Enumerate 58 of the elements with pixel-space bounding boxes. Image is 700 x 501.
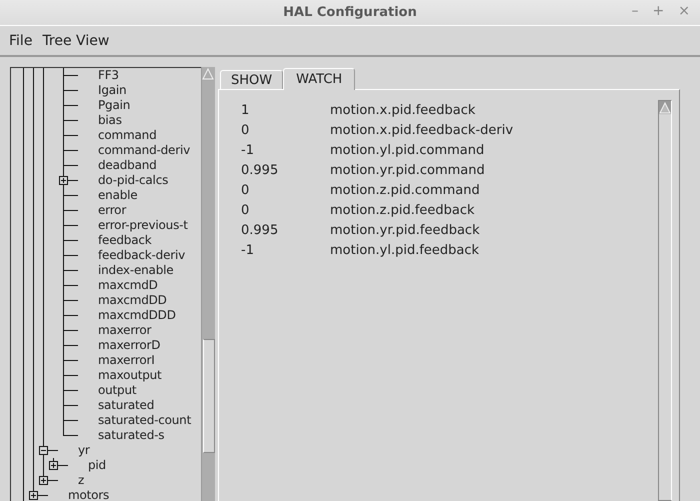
tree-item[interactable]: deadband (98, 158, 157, 173)
watch-pin-name: motion.yr.pid.feedback (330, 222, 480, 238)
scrollbar[interactable] (658, 100, 672, 501)
window-title: HAL Configuration (283, 5, 417, 20)
scrollbar-thumb[interactable] (203, 339, 215, 453)
tree-item[interactable]: maxcmdDD (98, 293, 167, 308)
watch-value: -1 (241, 242, 255, 258)
watch-pin-name: motion.z.pid.command (330, 182, 480, 198)
tree-item[interactable]: bias (98, 113, 122, 128)
tree-item[interactable]: pid (88, 458, 106, 473)
tree-item[interactable]: maxoutput (98, 368, 162, 383)
expand-icon[interactable] (59, 176, 68, 185)
tree-item[interactable]: output (98, 383, 136, 398)
tree-item[interactable]: saturated (98, 398, 154, 413)
tree-item[interactable]: maxerrorI (98, 353, 155, 368)
tree-item[interactable]: maxerror (98, 323, 152, 338)
tree-item[interactable]: error-previous-t (98, 218, 188, 233)
watch-pin-name: motion.x.pid.feedback (330, 102, 476, 118)
watch-pin-name: motion.yl.pid.command (330, 142, 484, 158)
watch-pin-name: motion.z.pid.feedback (330, 202, 475, 218)
watch-value: 0 (241, 122, 250, 138)
tree-item[interactable]: do-pid-calcs (98, 173, 168, 188)
watch-pin-name: motion.yl.pid.feedback (330, 242, 480, 258)
scrollbar[interactable] (201, 67, 215, 501)
tree-item[interactable]: z (78, 473, 84, 488)
tree-item[interactable]: Igain (98, 83, 126, 98)
tree-item[interactable]: error (98, 203, 126, 218)
watch-pin-name: motion.yr.pid.command (330, 162, 485, 178)
menu-item[interactable]: Tree View (37, 32, 114, 48)
tree-item[interactable]: enable (98, 188, 138, 203)
tree-item[interactable]: feedback-deriv (98, 248, 186, 263)
tree-item[interactable]: maxerrorD (98, 338, 160, 353)
tree-item[interactable]: FF3 (98, 68, 119, 83)
expand-icon[interactable] (49, 461, 58, 470)
tree-item[interactable]: saturated-count (98, 413, 192, 428)
tree-item[interactable]: maxcmdDDD (98, 308, 176, 323)
watch-value: 0 (241, 202, 250, 218)
tree-item[interactable]: yr (78, 443, 90, 458)
expand-icon[interactable] (29, 491, 38, 500)
menu-item[interactable]: File (4, 32, 38, 48)
tree-item[interactable]: index-enable (98, 263, 174, 278)
expand-icon[interactable] (39, 476, 48, 485)
watch-pin-name: motion.x.pid.feedback-deriv (330, 122, 514, 138)
tab[interactable]: SHOW (220, 70, 284, 89)
watch-value: 0 (241, 182, 250, 198)
tree-item[interactable]: command (98, 128, 156, 143)
watch-value: 0.995 (241, 162, 280, 178)
tree-item[interactable]: feedback (98, 233, 152, 248)
collapse-icon[interactable] (39, 446, 48, 455)
watch-value: 1 (241, 102, 250, 118)
tree-item[interactable]: Pgain (98, 98, 130, 113)
tree-item[interactable]: motors (68, 488, 110, 501)
tab[interactable]: WATCH (283, 68, 356, 90)
tree-item[interactable]: maxcmdD (98, 278, 158, 293)
tree-item[interactable]: saturated-s (98, 428, 164, 443)
watch-value: 0.995 (241, 222, 280, 238)
watch-value: -1 (241, 142, 255, 158)
tree-item[interactable]: command-deriv (98, 143, 190, 158)
